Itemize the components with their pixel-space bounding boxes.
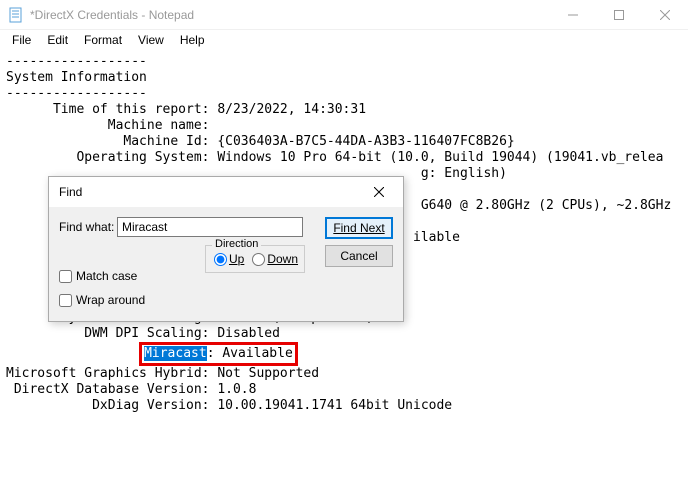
- window-title: *DirectX Credentials - Notepad: [30, 8, 550, 22]
- menu-view[interactable]: View: [130, 31, 172, 49]
- cancel-button[interactable]: Cancel: [325, 245, 393, 267]
- menu-help[interactable]: Help: [172, 31, 213, 49]
- miracast-key: Miracast: [144, 346, 207, 361]
- find-next-button[interactable]: Find Next: [325, 217, 393, 239]
- match-case-checkbox[interactable]: [59, 270, 72, 283]
- minimize-button[interactable]: [550, 0, 596, 30]
- direction-up[interactable]: Up: [214, 252, 244, 266]
- find-close-button[interactable]: [359, 178, 399, 206]
- down-radio[interactable]: [252, 253, 265, 266]
- direction-group: Direction Up Down: [205, 245, 305, 273]
- menu-file[interactable]: File: [4, 31, 39, 49]
- find-what-input[interactable]: [117, 217, 303, 237]
- find-what-label: Find what:: [59, 220, 117, 234]
- menubar: File Edit Format View Help: [0, 30, 688, 50]
- find-dialog-title: Find: [59, 185, 359, 199]
- up-radio[interactable]: [214, 253, 227, 266]
- wrap-around-checkbox[interactable]: [59, 294, 72, 307]
- wrap-around-option[interactable]: Wrap around: [59, 293, 145, 307]
- match-case-option[interactable]: Match case: [59, 269, 145, 283]
- miracast-highlight-box: Miracast: Available: [139, 342, 298, 366]
- direction-legend: Direction: [212, 238, 261, 250]
- close-button[interactable]: [642, 0, 688, 30]
- direction-down[interactable]: Down: [252, 252, 298, 266]
- maximize-button[interactable]: [596, 0, 642, 30]
- window-controls: [550, 0, 688, 30]
- menu-edit[interactable]: Edit: [39, 31, 76, 49]
- miracast-value: Available: [222, 346, 292, 361]
- find-dialog-titlebar: Find: [49, 177, 403, 207]
- menu-format[interactable]: Format: [76, 31, 130, 49]
- find-dialog: Find Find what: Find Next Cancel Directi…: [48, 176, 404, 322]
- window-titlebar: *DirectX Credentials - Notepad: [0, 0, 688, 30]
- notepad-icon: [8, 7, 24, 23]
